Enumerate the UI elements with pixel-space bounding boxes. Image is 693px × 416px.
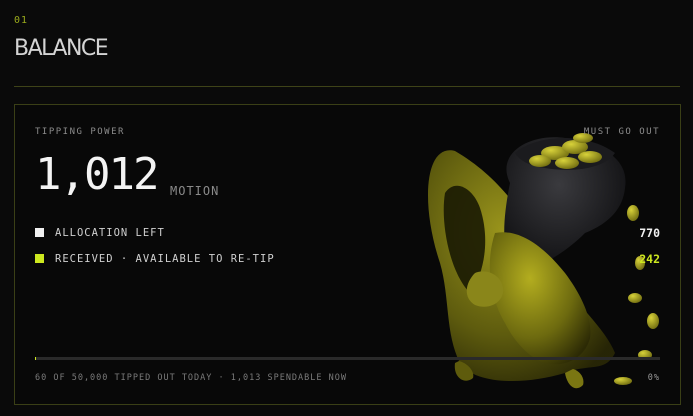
allocation-left-value: 770 — [639, 226, 660, 240]
must-go-out-label: MUST GO OUT — [583, 127, 660, 137]
tipped-progress-fill — [35, 357, 36, 360]
received-swatch-icon — [35, 254, 44, 263]
balance-card: TIPPING POWER MUST GO OUT 1,012 MOTION A… — [14, 104, 681, 405]
received-value: 242 — [639, 252, 660, 266]
section-title: BALANCE — [14, 36, 109, 61]
tipped-progress-bar — [35, 357, 660, 360]
tipping-power-total: 1,012 — [35, 149, 159, 200]
tipped-progress-percent: 0% — [647, 373, 660, 383]
allocation-left-label: ALLOCATION LEFT — [55, 227, 165, 239]
section-number: 01 — [14, 15, 29, 26]
allocation-swatch-icon — [35, 228, 44, 237]
tipping-power-label: TIPPING POWER — [35, 127, 125, 137]
section-divider — [14, 86, 680, 87]
tipping-power-unit: MOTION — [170, 184, 220, 198]
tipped-progress-caption: 60 OF 50,000 TIPPED OUT TODAY · 1,013 SP… — [35, 373, 347, 383]
received-label: RECEIVED · AVAILABLE TO RE-TIP — [55, 253, 275, 265]
